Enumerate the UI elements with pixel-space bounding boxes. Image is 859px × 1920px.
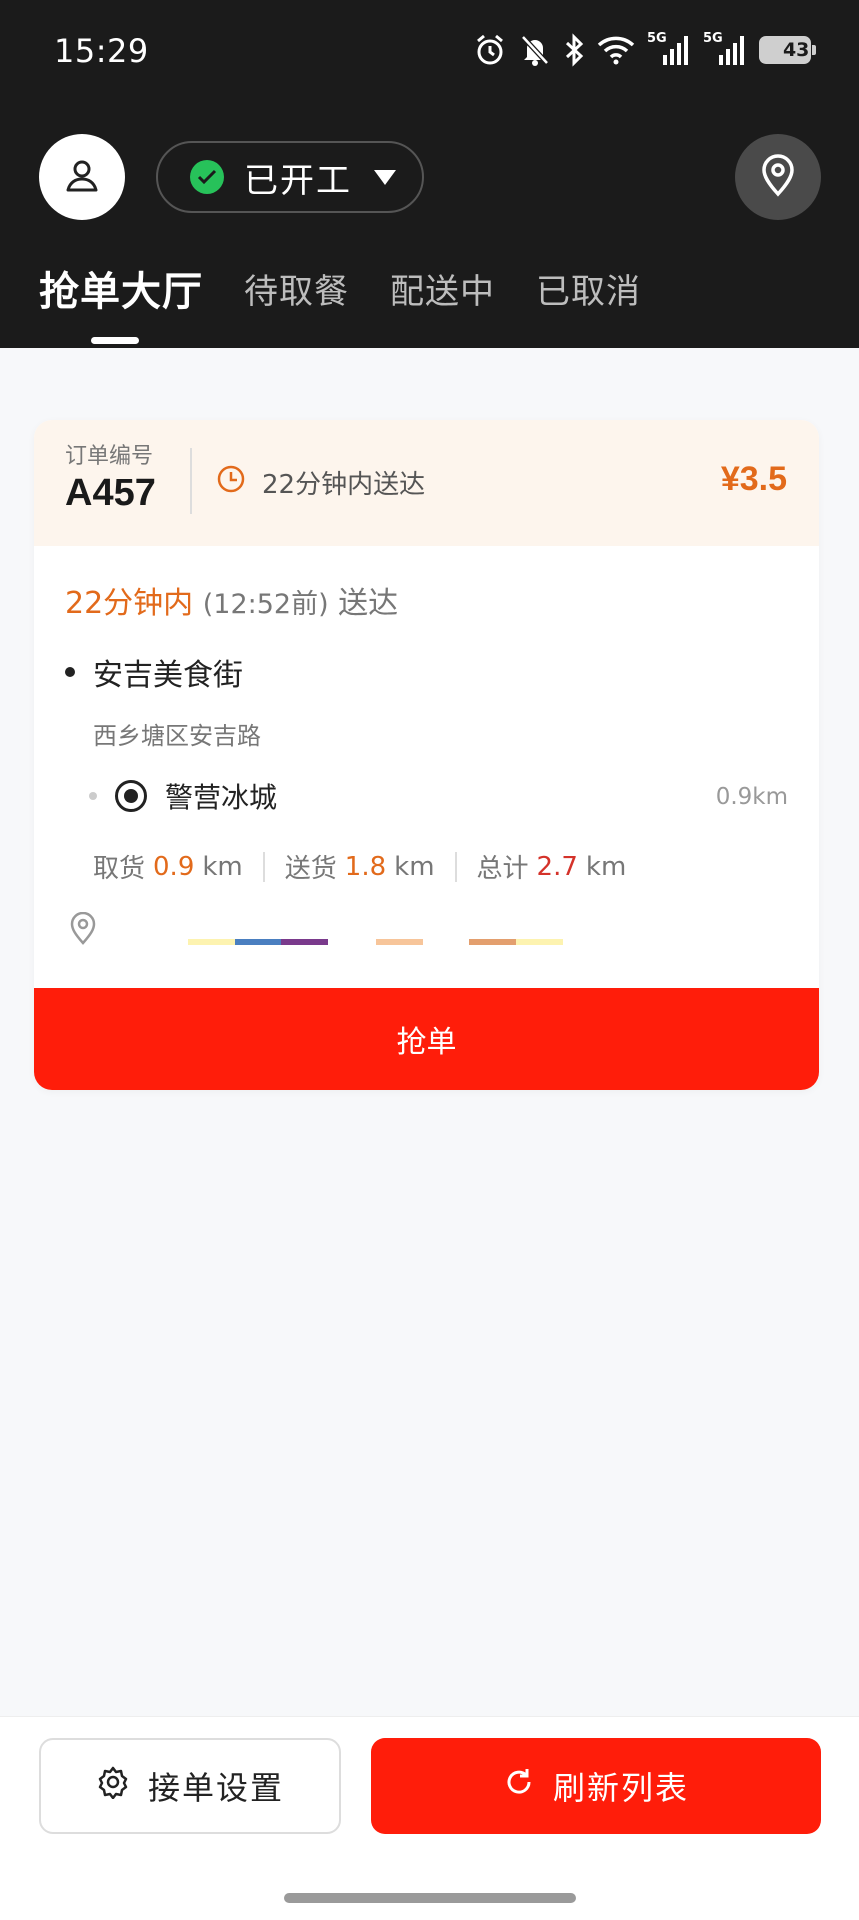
tab-delivering[interactable]: 配送中 xyxy=(390,262,495,322)
work-status-dropdown[interactable]: 已开工 xyxy=(156,141,424,213)
pickup-dot-icon xyxy=(65,667,75,677)
order-price: ¥3.5 xyxy=(720,460,787,498)
clock-icon xyxy=(216,464,262,501)
pickup-distance-value: 0.9 xyxy=(153,851,195,882)
total-distance-label: 总计 xyxy=(476,854,529,884)
tab-grab-hall[interactable]: 抢单大厅 xyxy=(39,262,203,344)
delivery-deadline: 22分钟内 (12:52前) 送达 xyxy=(65,578,398,622)
destination-location: 警营冰城 xyxy=(65,776,277,816)
destination-name: 警营冰城 xyxy=(165,781,278,814)
color-bar-segment xyxy=(469,939,516,945)
color-bar-segment xyxy=(281,939,328,945)
map-pin-icon xyxy=(758,153,798,201)
deadline-time: (12:52前) xyxy=(202,589,329,620)
color-bar-segment xyxy=(376,939,423,945)
divider xyxy=(262,851,265,882)
status-bar: 15:29 5G 5G 43 xyxy=(0,0,859,100)
refresh-list-label: 刷新列表 xyxy=(552,1770,689,1806)
pickup-address: 西乡塘区安吉路 xyxy=(93,722,261,750)
total-distance-value: 2.7 xyxy=(536,851,578,882)
deliver-distance-unit: km xyxy=(394,851,435,882)
order-card-header: 订单编号 A457 22分钟内送达 ¥3.5 xyxy=(34,420,819,546)
bottom-action-bar: 接单设置 刷新列表 xyxy=(0,1716,859,1920)
order-settings-label: 接单设置 xyxy=(147,1770,284,1806)
wifi-icon xyxy=(597,35,635,65)
status-icons: 5G 5G 43 xyxy=(473,30,816,70)
pickup-distance-unit: km xyxy=(202,851,243,882)
status-time: 15:29 xyxy=(54,32,149,70)
deliver-distance-value: 1.8 xyxy=(344,851,387,882)
pickup-name: 安吉美食街 xyxy=(93,658,243,693)
deadline-highlight: 22分钟内 xyxy=(65,586,194,621)
color-bar-segment xyxy=(516,939,563,945)
order-number-label: 订单编号 xyxy=(65,444,154,469)
tab-awaiting-pickup[interactable]: 待取餐 xyxy=(244,262,349,322)
signal-icon: 5G xyxy=(647,31,691,67)
order-number: A457 xyxy=(65,472,156,514)
destination-radio-icon xyxy=(115,780,147,812)
refresh-icon xyxy=(503,1766,553,1806)
divider xyxy=(454,851,457,882)
order-tabs: 抢单大厅 待取餐 配送中 已取消 xyxy=(39,262,682,344)
delivery-time-text: 22分钟内送达 xyxy=(262,470,426,500)
work-status-label: 已开工 xyxy=(244,160,352,201)
bluetooth-icon xyxy=(563,33,585,67)
deliver-distance-label: 送货 xyxy=(284,854,337,884)
distance-summary: 取货 0.9 km 送货 1.8 km 总计 2.7 km xyxy=(93,848,626,885)
pickup-distance-label: 取货 xyxy=(93,854,146,884)
divider xyxy=(190,448,192,514)
alarm-icon xyxy=(473,33,507,67)
refresh-list-button[interactable]: 刷新列表 xyxy=(371,1738,821,1834)
color-bar-segment xyxy=(235,939,281,945)
tab-cancelled[interactable]: 已取消 xyxy=(536,262,641,322)
location-detail-row xyxy=(65,910,665,950)
signal-icon-2: 5G xyxy=(703,31,747,67)
gear-icon xyxy=(96,1765,148,1807)
location-button[interactable] xyxy=(735,134,821,220)
route-dot-icon xyxy=(89,792,97,800)
check-circle-icon xyxy=(190,160,224,194)
user-icon xyxy=(64,157,100,197)
delivery-time-estimate: 22分钟内送达 xyxy=(216,464,425,501)
order-card[interactable]: 订单编号 A457 22分钟内送达 ¥3.5 22分钟内 (12:52前) 送达… xyxy=(34,420,819,1090)
bell-muted-icon xyxy=(519,33,551,67)
order-settings-button[interactable]: 接单设置 xyxy=(39,1738,341,1834)
profile-button[interactable] xyxy=(39,134,125,220)
color-bar-segment xyxy=(188,939,235,945)
battery-icon: 43 xyxy=(759,36,816,64)
location-pin-icon xyxy=(69,911,97,950)
destination-distance: 0.9km xyxy=(715,784,788,810)
pickup-location: 安吉美食街 xyxy=(65,650,243,694)
grab-order-button[interactable]: 抢单 xyxy=(34,988,819,1090)
total-distance-unit: km xyxy=(585,851,627,882)
home-indicator[interactable] xyxy=(284,1893,576,1903)
caret-down-icon xyxy=(374,169,396,185)
deadline-suffix: 送达 xyxy=(338,586,399,621)
